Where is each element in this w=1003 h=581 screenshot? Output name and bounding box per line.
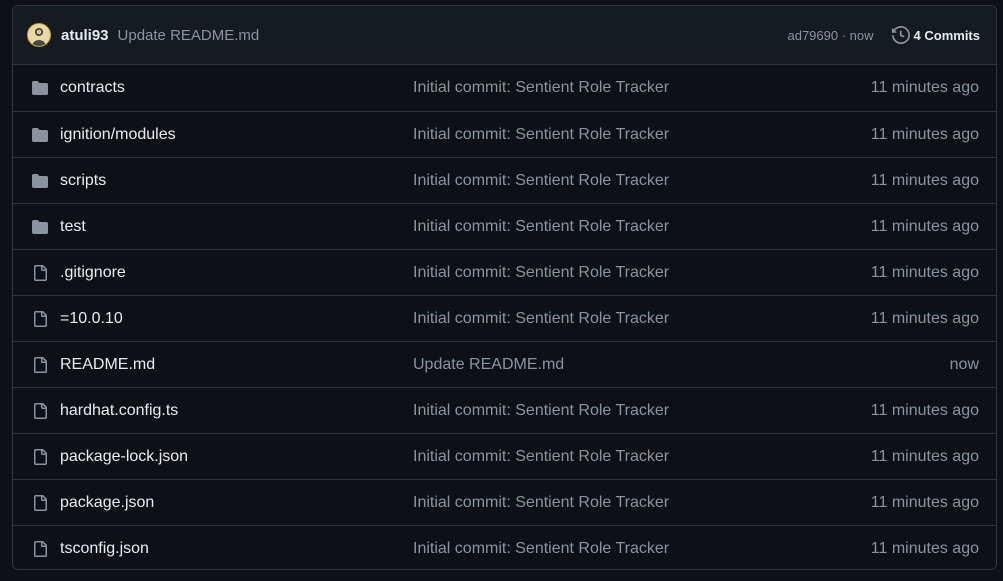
file-name-link[interactable]: test bbox=[60, 218, 413, 236]
file-commit-message-link[interactable]: Initial commit: Sentient Role Tracker bbox=[413, 402, 669, 420]
file-row[interactable]: .gitignore Initial commit: Sentient Role … bbox=[13, 249, 996, 295]
file-row[interactable]: package.json Initial commit: Sentient Rol… bbox=[13, 479, 996, 525]
file-name-link[interactable]: contracts bbox=[60, 79, 413, 97]
separator: · bbox=[838, 27, 850, 43]
file-row[interactable]: ignition/modules Initial commit: Sentient… bbox=[13, 111, 996, 157]
file-name-link[interactable]: tsconfig.json bbox=[60, 540, 413, 558]
history-icon bbox=[891, 26, 910, 44]
file-row[interactable]: =10.0.10 Initial commit: Sentient Role Tr… bbox=[13, 295, 996, 341]
file-name-link[interactable]: scripts bbox=[60, 172, 413, 190]
file-name-link[interactable]: hardhat.config.ts bbox=[60, 402, 413, 420]
file-commit-message-link[interactable]: Initial commit: Sentient Role Tracker bbox=[413, 126, 669, 144]
commit-message-link[interactable]: Update README.md bbox=[118, 27, 260, 44]
commit-time: now bbox=[849, 27, 874, 43]
file-icon bbox=[31, 448, 49, 466]
commit-author-link[interactable]: atuli93 bbox=[61, 27, 109, 44]
folder-icon bbox=[31, 218, 49, 236]
file-name-link[interactable]: README.md bbox=[60, 356, 413, 374]
folder-icon bbox=[31, 172, 49, 190]
file-commit-time: 11 minutes ago bbox=[870, 309, 979, 327]
file-commit-message-link[interactable]: Initial commit: Sentient Role Tracker bbox=[413, 79, 669, 97]
commit-sha[interactable]: ad79690 bbox=[787, 28, 838, 43]
file-name-link[interactable]: ignition/modules bbox=[60, 126, 413, 144]
file-row[interactable]: README.md Update README.md now bbox=[13, 341, 996, 387]
file-icon bbox=[31, 356, 49, 374]
file-commit-time: 11 minutes ago bbox=[870, 263, 979, 281]
file-commit-time: 11 minutes ago bbox=[870, 171, 979, 189]
file-row[interactable]: hardhat.config.ts Initial commit: Sentien… bbox=[13, 387, 996, 433]
file-commit-time: 11 minutes ago bbox=[870, 447, 979, 465]
file-commit-time: now bbox=[949, 355, 979, 373]
file-commit-message-link[interactable]: Initial commit: Sentient Role Tracker bbox=[413, 218, 669, 236]
file-commit-message-link[interactable]: Initial commit: Sentient Role Tracker bbox=[413, 264, 669, 282]
file-commit-message-link[interactable]: Initial commit: Sentient Role Tracker bbox=[413, 172, 669, 190]
file-row[interactable]: scripts Initial commit: Sentient Role Tra… bbox=[13, 157, 996, 203]
file-row[interactable]: package-lock.json Initial commit: Sentien… bbox=[13, 433, 996, 479]
file-icon bbox=[31, 264, 49, 282]
file-commit-message-link[interactable]: Update README.md bbox=[413, 356, 564, 374]
file-row[interactable]: test Initial commit: Sentient Role Tracke… bbox=[13, 203, 996, 249]
file-commit-time: 11 minutes ago bbox=[870, 79, 979, 96]
avatar[interactable] bbox=[27, 23, 51, 47]
file-name-link[interactable]: .gitignore bbox=[60, 264, 413, 282]
file-commit-time: 11 minutes ago bbox=[870, 125, 979, 143]
file-row[interactable]: contracts Initial commit: Sentient Role T… bbox=[13, 65, 996, 111]
file-commit-message-link[interactable]: Initial commit: Sentient Role Tracker bbox=[413, 310, 669, 328]
folder-icon bbox=[31, 126, 49, 144]
folder-icon bbox=[31, 79, 49, 97]
latest-commit-bar: atuli93 Update README.md ad79690 · now 4… bbox=[13, 6, 996, 65]
file-commit-time: 11 minutes ago bbox=[870, 401, 979, 419]
file-commit-time: 11 minutes ago bbox=[870, 493, 979, 511]
commit-sha-and-time[interactable]: ad79690 · now bbox=[787, 28, 873, 43]
file-name-link[interactable]: package.json bbox=[60, 494, 413, 512]
file-commit-message-link[interactable]: Initial commit: Sentient Role Tracker bbox=[413, 448, 669, 466]
file-commit-time: 11 minutes ago bbox=[870, 539, 979, 557]
commits-history-button[interactable]: 4 Commits bbox=[891, 26, 980, 44]
file-icon bbox=[31, 310, 49, 328]
commits-count-label: 4 Commits bbox=[913, 27, 980, 43]
file-browser: atuli93 Update README.md ad79690 · now 4… bbox=[12, 5, 997, 570]
file-row[interactable]: tsconfig.json Initial commit: Sentient Ro… bbox=[13, 525, 996, 569]
file-commit-time: 11 minutes ago bbox=[870, 217, 979, 235]
file-name-link[interactable]: =10.0.10 bbox=[60, 310, 413, 328]
file-commit-message-link[interactable]: Initial commit: Sentient Role Tracker bbox=[413, 540, 669, 558]
file-list: contracts Initial commit: Sentient Role T… bbox=[13, 65, 996, 569]
file-icon bbox=[31, 494, 49, 512]
file-icon bbox=[31, 540, 49, 558]
file-commit-message-link[interactable]: Initial commit: Sentient Role Tracker bbox=[413, 494, 669, 512]
file-name-link[interactable]: package-lock.json bbox=[60, 448, 413, 466]
file-icon bbox=[31, 402, 49, 420]
